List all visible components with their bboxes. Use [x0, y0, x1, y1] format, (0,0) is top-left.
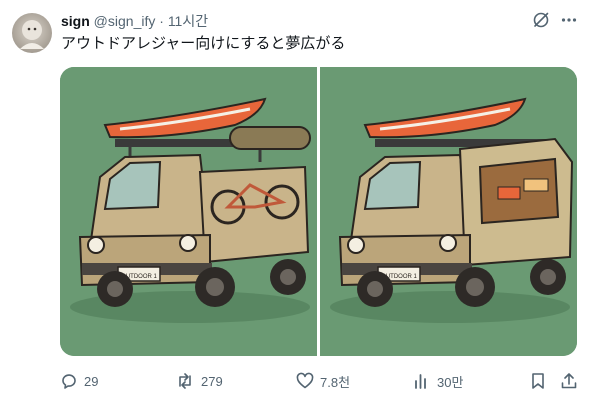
display-name[interactable]: sign [61, 13, 90, 29]
like-button[interactable]: 7.8천 [296, 370, 350, 392]
van-with-bike-illustration: OUTDOOR 1 [60, 67, 317, 356]
views-count: 30만 [437, 374, 464, 390]
views-icon [415, 374, 426, 389]
avatar-image [20, 20, 44, 49]
reply-button[interactable]: 29 [60, 370, 98, 392]
views-button[interactable]: 30만 [413, 370, 463, 392]
share-icon [561, 373, 577, 389]
action-bar: 29 279 7.8천 30만 [60, 370, 585, 392]
tweet-header: sign @sign_ify · 11시간 [61, 12, 208, 30]
share-button[interactable] [560, 370, 578, 392]
user-handle[interactable]: @sign_ify [94, 13, 156, 29]
media-container[interactable]: OUTDOOR 1 OUTDOOR 1 [60, 67, 577, 356]
separator-dot: · [159, 13, 164, 29]
bookmark-icon [532, 373, 544, 389]
grok-icon[interactable] [531, 10, 551, 30]
avatar[interactable] [12, 13, 52, 53]
repost-count: 279 [201, 373, 223, 389]
reply-icon [62, 374, 76, 389]
media-image-right[interactable]: OUTDOOR 1 [320, 67, 577, 356]
like-icon [296, 372, 314, 389]
reply-count: 29 [84, 373, 99, 389]
more-icon[interactable] [559, 10, 579, 30]
timestamp[interactable]: 11시간 [168, 13, 208, 29]
tweet-text: アウトドアレジャー向けにすると夢広がる [61, 35, 346, 52]
repost-button[interactable]: 279 [175, 370, 223, 392]
repost-icon [179, 373, 191, 389]
like-count: 7.8천 [320, 374, 351, 390]
bookmark-button[interactable] [529, 370, 547, 392]
van-with-tent-illustration: OUTDOOR 1 [320, 67, 577, 356]
media-image-left[interactable]: OUTDOOR 1 [60, 67, 317, 356]
